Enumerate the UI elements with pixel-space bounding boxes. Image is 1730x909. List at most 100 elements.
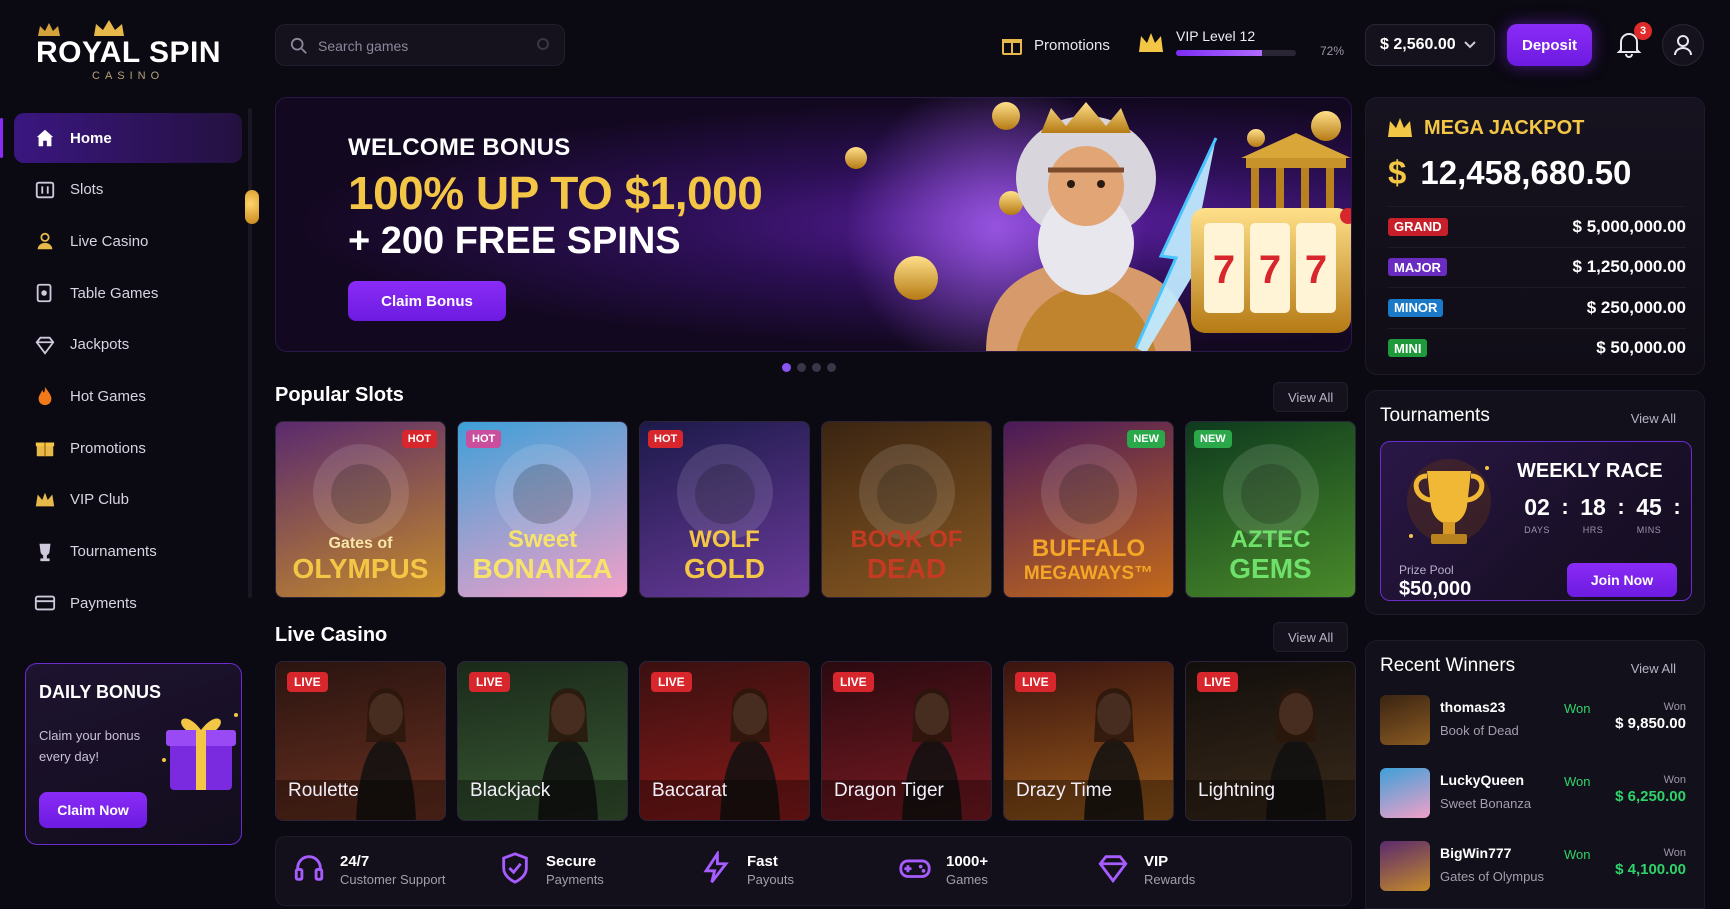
sidebar-item-label: Table Games: [70, 284, 159, 302]
winner-username: thomas23: [1440, 699, 1506, 715]
live-game-name: Lightning: [1198, 780, 1276, 801]
search-input[interactable]: Search games: [275, 24, 565, 66]
winner-username: BigWin777: [1440, 845, 1512, 861]
search-placeholder: Search games: [318, 38, 409, 54]
sidebar-item-label: Hot Games: [70, 387, 146, 405]
claim-now-button[interactable]: Claim Now: [39, 792, 147, 828]
sidebar-item-label: Payments: [70, 594, 137, 612]
sidebar-item-promotions[interactable]: Promotions: [14, 423, 242, 473]
notification-badge: 3: [1634, 22, 1652, 40]
game-title: Gates of OLYMPUS: [276, 536, 445, 583]
sidebar-item-hot-games[interactable]: Hot Games: [14, 371, 242, 421]
deposit-button[interactable]: Deposit: [1507, 24, 1592, 66]
recent-winners-view-all[interactable]: View All: [1617, 653, 1690, 683]
banner-carousel-dots[interactable]: [782, 363, 836, 372]
carousel-dot[interactable]: [812, 363, 821, 372]
gift-icon: [1002, 39, 1022, 55]
welcome-bonus-banner[interactable]: WELCOME BONUS 100% UP TO $1,000 + 200 FR…: [275, 97, 1352, 352]
feature-subtitle: Payments: [546, 871, 604, 887]
filter-icon[interactable]: [536, 37, 552, 53]
sidebar-item-label: Promotions: [70, 439, 146, 457]
claim-bonus-button[interactable]: Claim Bonus: [348, 281, 506, 321]
carousel-dot[interactable]: [797, 363, 806, 372]
live-game-name: Baccarat: [652, 780, 727, 801]
winner-game-thumbnail: [1380, 768, 1430, 818]
live-casino-row: LIVE Roulette LIVE Blackjack LIVE Baccarat LIV…: [275, 661, 1356, 821]
recent-winners-panel: Recent Winners View All thomas23 Book of …: [1365, 640, 1705, 909]
game-title: BUFFALO MEGAWAYS™: [1004, 537, 1173, 584]
timer-block: 45 MINS: [1629, 494, 1669, 535]
sidebar-item-vip-club[interactable]: VIP Club: [14, 475, 242, 525]
jackpot-tier-value: $ 250,000.00: [1586, 297, 1686, 317]
balance-dropdown[interactable]: $ 2,560.00: [1365, 24, 1495, 66]
timer-unit: DAYS: [1524, 525, 1550, 535]
trophy-icon: [1407, 459, 1491, 544]
winner-row[interactable]: BigWin777 Gates of Olympus Won Won $ 4,100.0…: [1380, 841, 1690, 895]
slot-game-card[interactable]: HOT Gates of OLYMPUS: [275, 421, 446, 598]
tournaments-view-all[interactable]: View All: [1617, 403, 1690, 433]
winner-row[interactable]: LuckyQueen Sweet Bonanza Won Won $ 6,250.00: [1380, 768, 1690, 822]
flame-icon: [34, 385, 56, 407]
winner-row[interactable]: thomas23 Book of Dead Won Won $ 9,850.00: [1380, 695, 1690, 749]
popular-slots-view-all[interactable]: View All: [1273, 382, 1349, 412]
notifications-button[interactable]: 3: [1616, 22, 1652, 60]
feature-subtitle: Payouts: [747, 871, 794, 887]
slot-game-card[interactable]: HOT Sweet BONANZA: [457, 421, 628, 598]
live-game-card[interactable]: LIVE Blackjack: [457, 661, 628, 821]
live-casino-title: Live Casino: [275, 624, 388, 646]
game-title-top: Sweet: [507, 526, 578, 553]
sidebar-item-tournaments[interactable]: Tournaments: [14, 527, 242, 577]
live-casino-view-all[interactable]: View All: [1273, 622, 1349, 652]
sidebar-item-label: Live Casino: [70, 232, 149, 250]
sidebar-item-label: Jackpots: [70, 336, 130, 354]
crown-icon: [1388, 118, 1412, 137]
game-title-main: MEGAWAYS™: [1023, 563, 1154, 584]
live-game-card[interactable]: LIVE Dragon Tiger: [821, 661, 992, 821]
timer-value: 18: [1580, 494, 1606, 520]
slot-game-card[interactable]: BOOK OF DEAD: [821, 421, 992, 598]
crown-icon: [34, 489, 56, 511]
live-game-card[interactable]: LIVE Baccarat: [639, 661, 810, 821]
active-indicator: [0, 118, 3, 158]
carousel-dot[interactable]: [782, 363, 791, 372]
sidebar-item-jackpots[interactable]: Jackpots: [14, 320, 242, 370]
vip-level-label: VIP Level 12: [1176, 28, 1256, 44]
sidebar-item-table-games[interactable]: Table Games: [14, 268, 242, 318]
game-title-top: WOLF: [689, 526, 760, 553]
timer-block: 02 DAYS: [1517, 494, 1557, 535]
live-game-card[interactable]: LIVE Roulette: [275, 661, 446, 821]
vip-progress-bar: [1176, 50, 1296, 56]
join-now-button[interactable]: Join Now: [1567, 563, 1677, 597]
winner-game-thumbnail: [1380, 695, 1430, 745]
sidebar-item-payments[interactable]: Payments: [14, 578, 242, 628]
live-badge: LIVE: [833, 672, 874, 692]
slot-game-card[interactable]: HOT WOLF GOLD: [639, 421, 810, 598]
popular-slots-title: Popular Slots: [275, 384, 404, 406]
slot-game-card[interactable]: NEW BUFFALO MEGAWAYS™: [1003, 421, 1174, 598]
live-game-card[interactable]: LIVE Lightning: [1185, 661, 1356, 821]
feature-title: VIP: [1144, 852, 1169, 870]
game-title: AZTEC GEMS: [1186, 528, 1355, 583]
brand-name: ROYAL SPIN: [36, 36, 222, 69]
winner-game: Gates of Olympus: [1440, 869, 1545, 884]
promotions-link[interactable]: Promotions: [1000, 32, 1110, 58]
sidebar-item-home[interactable]: Home: [14, 113, 242, 163]
weekly-race-card[interactable]: WEEKLY RACE 02DAYS:18HRS:45MINS:33SECS P…: [1380, 441, 1692, 601]
carousel-dot[interactable]: [827, 363, 836, 372]
brand-logo[interactable]: ROYAL SPIN CASINO: [34, 18, 224, 82]
live-badge: LIVE: [651, 672, 692, 692]
hero-line-3: + 200 FREE SPINS: [348, 220, 681, 262]
user-profile-button[interactable]: [1662, 24, 1704, 66]
sidebar-item-live-casino[interactable]: Live Casino: [14, 216, 242, 266]
jackpot-tier-badge: MAJOR: [1388, 258, 1447, 276]
sidebar-scrollbar[interactable]: [248, 108, 252, 598]
vip-level-status[interactable]: VIP Level 12 72%: [1136, 26, 1346, 62]
prize-pool-label: Prize Pool: [1399, 563, 1454, 577]
jackpot-tier-row: GRAND $ 5,000,000.00: [1388, 206, 1686, 246]
sidebar-item-slots[interactable]: Slots: [14, 165, 242, 215]
sidebar-item-label: Home: [70, 129, 112, 147]
feature-subtitle: Games: [946, 871, 988, 887]
winner-game: Sweet Bonanza: [1440, 796, 1532, 811]
slot-game-card[interactable]: NEW AZTEC GEMS: [1185, 421, 1356, 598]
live-game-card[interactable]: LIVE Drazy Time: [1003, 661, 1174, 821]
